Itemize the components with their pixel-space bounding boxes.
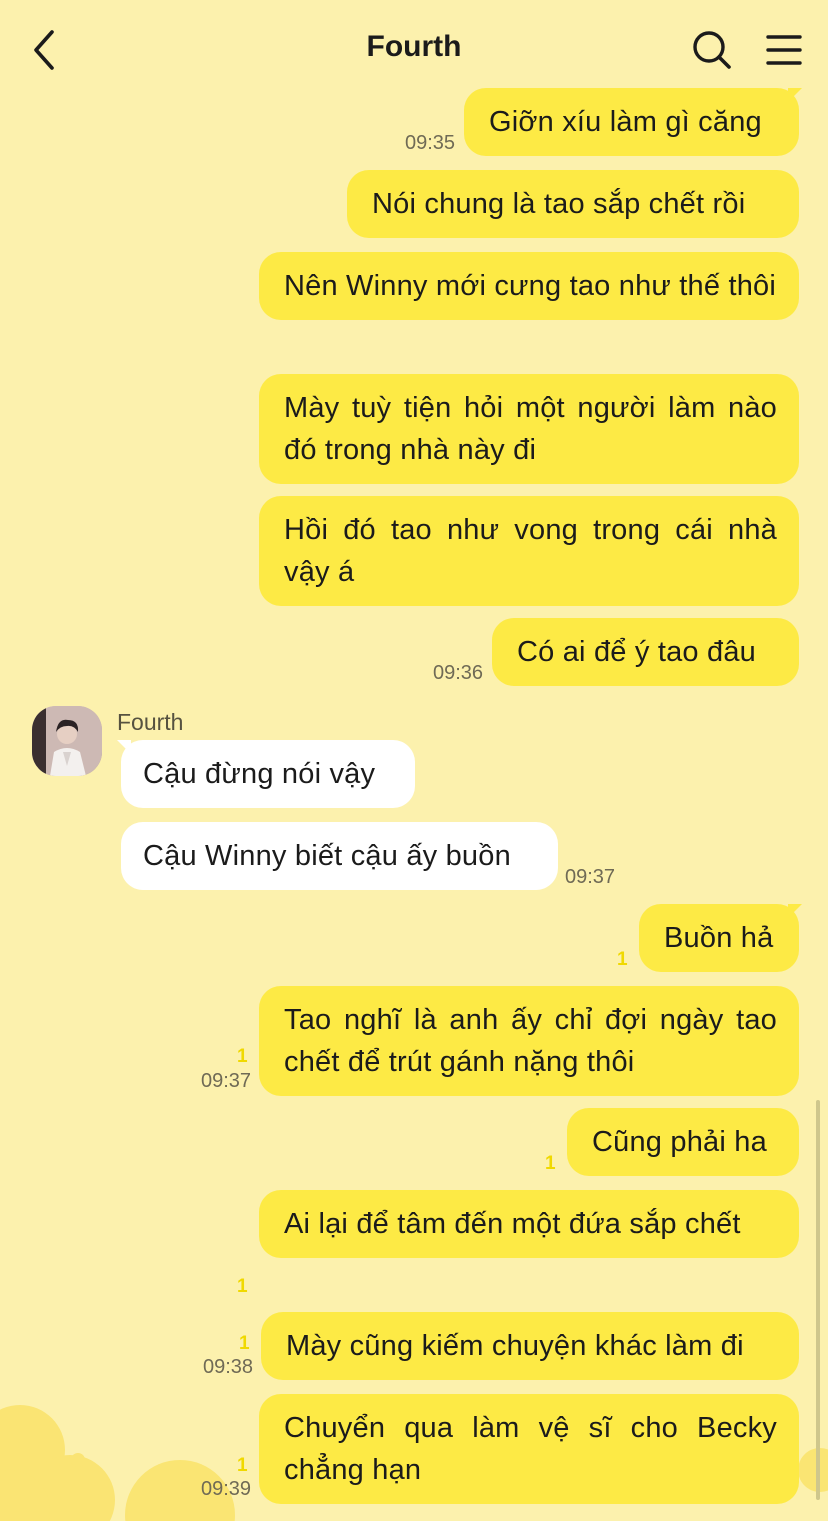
- unread-count: 1: [617, 949, 628, 970]
- message-bubble[interactable]: Tao nghĩ là anh ấy chỉ đợi ngày tao chết…: [259, 986, 799, 1096]
- message-bubble[interactable]: Mày tuỳ tiện hỏi một người làm nào đó tr…: [259, 374, 799, 484]
- message-bubble[interactable]: Cậu đừng nói vậy: [117, 740, 415, 808]
- chat-header: Fourth: [0, 0, 828, 100]
- message-time: 09:37: [201, 1070, 252, 1092]
- unread-count: 1: [237, 1276, 248, 1297]
- hamburger-menu-icon[interactable]: [764, 28, 804, 72]
- message-bubble[interactable]: Cũng phải ha: [567, 1108, 799, 1176]
- message-time: 09:36: [433, 662, 484, 684]
- message-bubble[interactable]: Ai lại để tâm đến một đứa sắp chết: [259, 1190, 799, 1258]
- message-bubble[interactable]: Nói chung là tao sắp chết rồi: [347, 170, 799, 238]
- unread-count: 1: [237, 1046, 248, 1067]
- unread-count: 1: [545, 1153, 556, 1174]
- message-bubble[interactable]: Buồn hả: [639, 904, 802, 972]
- message-bubble[interactable]: Mày cũng kiếm chuyện khác làm đi: [261, 1312, 799, 1380]
- avatar-photo: [32, 706, 102, 776]
- message-bubble[interactable]: Nên Winny mới cưng tao như thế thôi: [259, 252, 799, 320]
- message-bubble[interactable]: Có ai để ý tao đâu: [492, 618, 799, 686]
- message-time: 09:38: [203, 1356, 254, 1378]
- message-bubble[interactable]: Hồi đó tao như vong trong cái nhà vậy á: [259, 496, 799, 606]
- message-time: 09:35: [405, 132, 456, 154]
- contact-avatar[interactable]: [32, 706, 102, 776]
- message-bubble[interactable]: Giỡn xíu làm gì căng: [464, 88, 802, 156]
- sender-name: Fourth: [117, 709, 184, 735]
- unread-count: 1: [237, 1455, 248, 1476]
- message-time: 09:39: [201, 1478, 252, 1500]
- search-icon[interactable]: [692, 28, 732, 72]
- message-time: 09:37: [565, 866, 616, 888]
- message-bubble[interactable]: Chuyển qua làm vệ sĩ cho Becky chẳng hạn: [259, 1394, 799, 1504]
- message-bubble[interactable]: Cậu Winny biết cậu ấy buồn: [121, 822, 558, 890]
- scrollbar[interactable]: [816, 1100, 820, 1500]
- unread-count: 1: [239, 1333, 250, 1354]
